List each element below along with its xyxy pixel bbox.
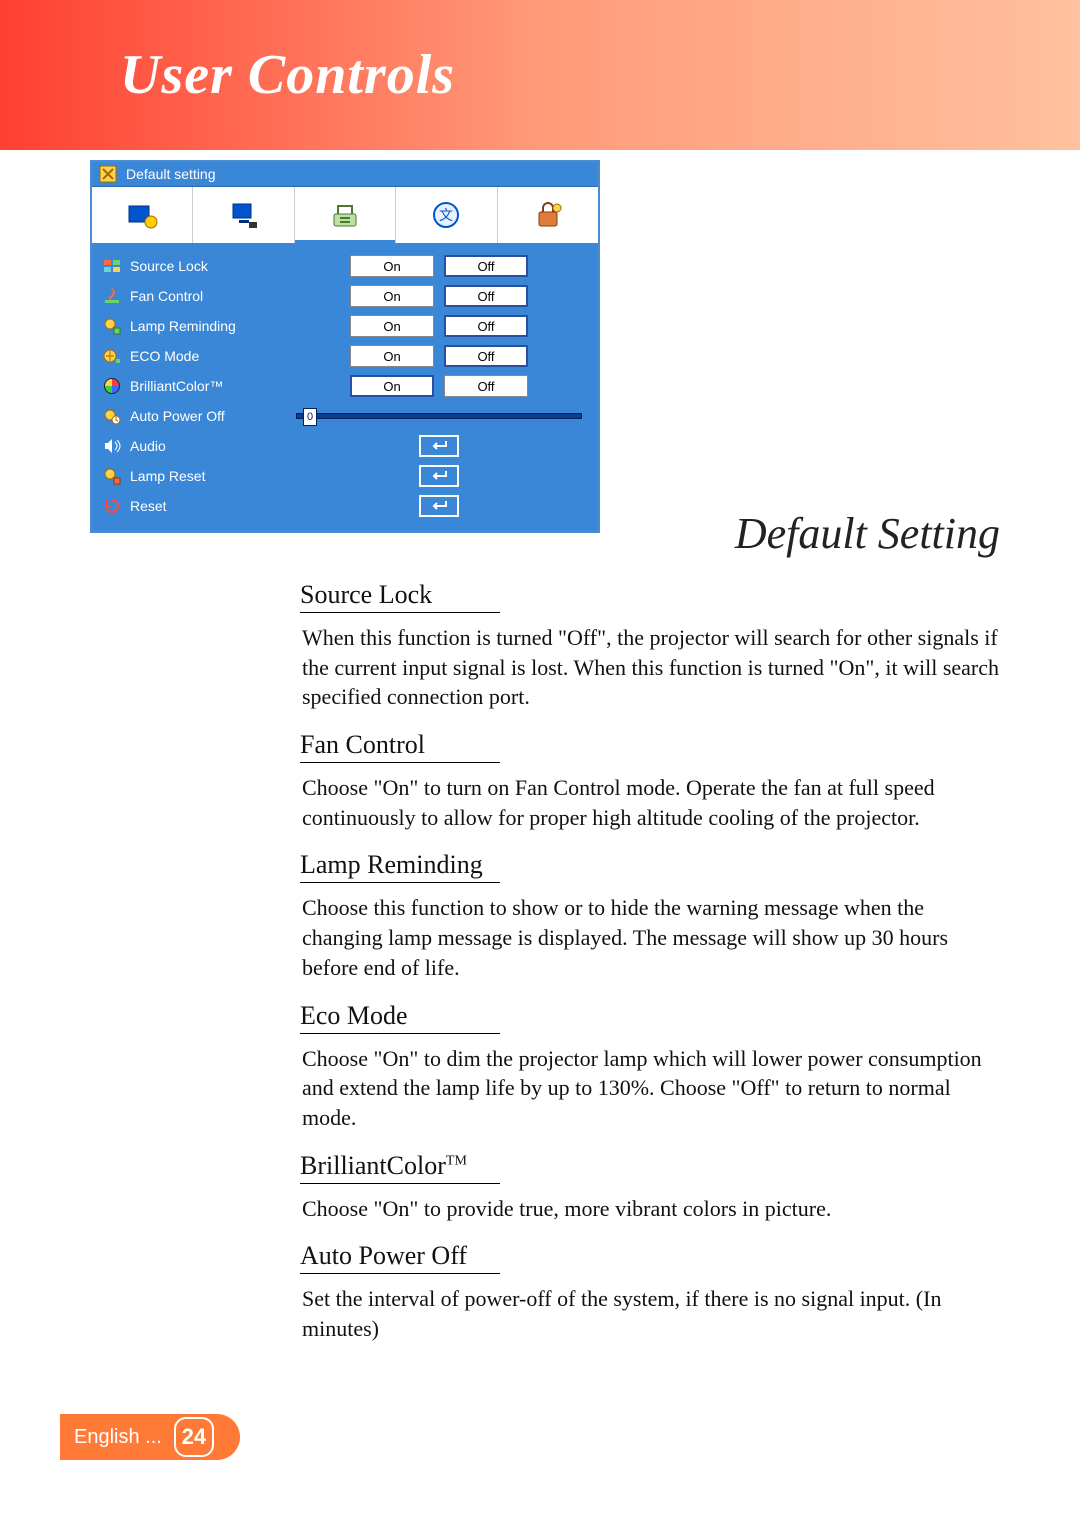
osd-tab-settings[interactable] <box>295 187 396 243</box>
source-lock-on[interactable]: On <box>350 255 434 277</box>
osd-row-audio[interactable]: Audio <box>98 431 592 461</box>
footer-language: English ... <box>74 1426 162 1449</box>
enter-icon <box>419 495 459 517</box>
osd-menu-titlebar: Default setting <box>92 162 598 187</box>
eco-icon <box>98 347 126 365</box>
bc-off[interactable]: Off <box>444 375 528 397</box>
text-lamp-reminding: Choose this function to show or to hide … <box>300 893 1000 982</box>
row-label: BrilliantColor™ <box>126 378 296 394</box>
row-label: Reset <box>126 498 296 514</box>
svg-text:文: 文 <box>439 207 453 223</box>
osd-row-source-lock[interactable]: Source Lock On Off <box>98 251 592 281</box>
reset-icon <box>98 497 126 515</box>
section-title: Default Setting <box>735 508 1000 559</box>
lampremind-on[interactable]: On <box>350 315 434 337</box>
autopoweroff-icon <box>98 407 126 425</box>
menu-icon <box>98 164 118 184</box>
bc-on[interactable]: On <box>350 375 434 397</box>
osd-tab-row: 文 <box>92 187 598 243</box>
row-label: Source Lock <box>126 258 296 274</box>
heading-brilliantcolor-name: BrilliantColor <box>300 1151 446 1180</box>
heading-source-lock: Source Lock <box>300 580 500 613</box>
eco-on[interactable]: On <box>350 345 434 367</box>
osd-tab-display[interactable] <box>193 187 294 243</box>
osd-row-auto-power-off[interactable]: Auto Power Off 0 <box>98 401 592 431</box>
row-label: Lamp Reset <box>126 468 296 484</box>
brilliantcolor-icon <box>98 377 126 395</box>
osd-row-eco-mode[interactable]: ECO Mode On Off <box>98 341 592 371</box>
osd-row-fan-control[interactable]: Fan Control On Off <box>98 281 592 311</box>
heading-brilliantcolor-tm: TM <box>446 1153 467 1168</box>
text-fan-control: Choose "On" to turn on Fan Control mode.… <box>300 773 1000 832</box>
text-brilliantcolor: Choose "On" to provide true, more vibran… <box>300 1194 1000 1224</box>
fan-off[interactable]: Off <box>444 285 528 307</box>
row-label: Audio <box>126 438 296 454</box>
osd-menu-title: Default setting <box>126 166 216 182</box>
page-header: User Controls <box>0 0 1080 150</box>
page-number: 24 <box>174 1417 214 1457</box>
osd-menu: Default setting 文 Source Lock On Off <box>90 160 600 533</box>
heading-auto-power-off: Auto Power Off <box>300 1241 500 1274</box>
source-lock-off[interactable]: Off <box>444 255 528 277</box>
lampremind-off[interactable]: Off <box>444 315 528 337</box>
fan-on[interactable]: On <box>350 285 434 307</box>
eco-off[interactable]: Off <box>444 345 528 367</box>
osd-menu-body: Source Lock On Off Fan Control On Off La… <box>92 243 598 531</box>
osd-row-lamp-reset[interactable]: Lamp Reset <box>98 461 592 491</box>
autopoweroff-slider[interactable]: 0 <box>296 413 582 419</box>
lamp-remind-icon <box>98 317 126 335</box>
row-label: Auto Power Off <box>126 408 296 424</box>
slider-thumb[interactable]: 0 <box>303 408 317 426</box>
row-label: Lamp Reminding <box>126 318 296 334</box>
text-eco-mode: Choose "On" to dim the projector lamp wh… <box>300 1044 1000 1133</box>
heading-fan-control: Fan Control <box>300 730 500 763</box>
text-auto-power-off: Set the interval of power-off of the sys… <box>300 1284 1000 1343</box>
source-lock-icon <box>98 257 126 275</box>
osd-tab-lock[interactable] <box>498 187 598 243</box>
row-label: ECO Mode <box>126 348 296 364</box>
osd-row-reset[interactable]: Reset <box>98 491 592 521</box>
heading-lamp-reminding: Lamp Reminding <box>300 850 500 883</box>
page-title: User Controls <box>120 43 455 107</box>
content-area: Source Lock When this function is turned… <box>300 580 1000 1344</box>
osd-tab-language[interactable]: 文 <box>396 187 497 243</box>
osd-row-brilliantcolor[interactable]: BrilliantColor™ On Off <box>98 371 592 401</box>
enter-icon <box>419 435 459 457</box>
fan-icon <box>98 287 126 305</box>
row-label: Fan Control <box>126 288 296 304</box>
heading-brilliantcolor: BrilliantColorTM <box>300 1151 500 1184</box>
audio-icon <box>98 437 126 455</box>
page-footer: English ... 24 <box>60 1414 240 1460</box>
text-source-lock: When this function is turned "Off", the … <box>300 623 1000 712</box>
enter-icon <box>419 465 459 487</box>
lampreset-icon <box>98 467 126 485</box>
osd-tab-image[interactable] <box>92 187 193 243</box>
osd-row-lamp-reminding[interactable]: Lamp Reminding On Off <box>98 311 592 341</box>
heading-eco-mode: Eco Mode <box>300 1001 500 1034</box>
